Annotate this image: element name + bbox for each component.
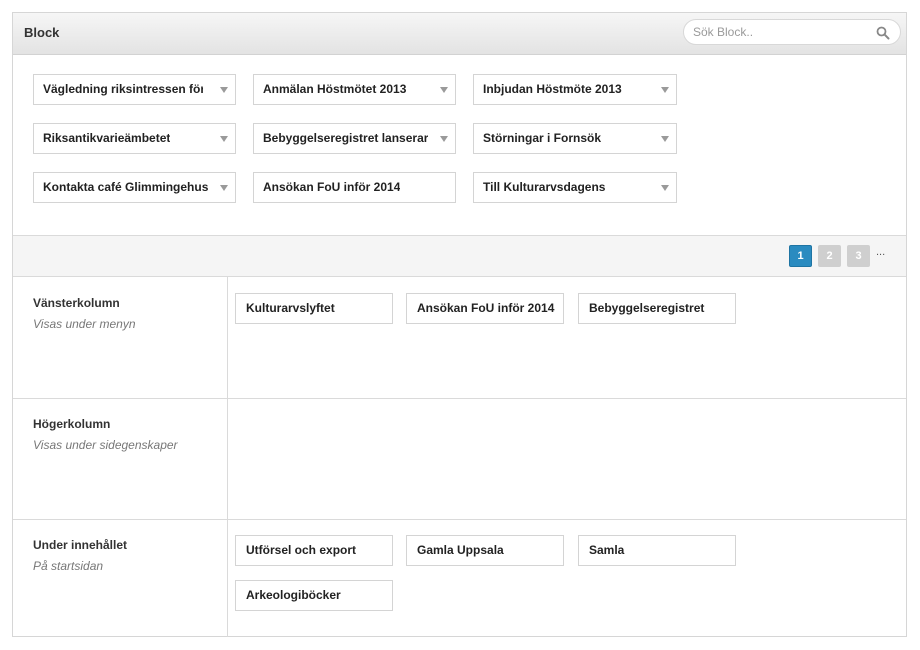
region-below-content: Under innehållet På startsidan Utförsel …	[13, 519, 906, 637]
available-blocks: Vägledning riksintressen för Anmälan Hös…	[13, 55, 906, 236]
region-block-item[interactable]: Ansökan FoU inför 2014	[406, 293, 564, 324]
region-title: Vänsterkolumn	[33, 296, 120, 310]
pagination: 1 2 3 ...	[13, 236, 906, 277]
region-right-column: Högerkolumn Visas under sidegenskaper	[13, 398, 906, 520]
region-block-item[interactable]: Arkeologiböcker	[235, 580, 393, 611]
block-label: Bebyggelseregistret lanserar	[263, 131, 429, 145]
block-label: Kontakta café Glimmingehus	[43, 180, 209, 194]
search-input[interactable]	[693, 24, 863, 40]
region-block-item[interactable]: Utförsel och export	[235, 535, 393, 566]
dropdown-arrow-icon[interactable]	[661, 87, 669, 93]
block-item[interactable]: Kontakta café Glimmingehus	[33, 172, 236, 203]
region-left-column: Vänsterkolumn Visas under menyn Kulturar…	[13, 277, 906, 399]
block-label: Till Kulturarvsdagens	[483, 180, 606, 194]
search-icon[interactable]	[876, 26, 890, 40]
page-button-1[interactable]: 1	[789, 245, 812, 267]
block-item[interactable]: Vägledning riksintressen för	[33, 74, 236, 105]
region-block-item[interactable]: Gamla Uppsala	[406, 535, 564, 566]
block-item[interactable]: Bebyggelseregistret lanserar	[253, 123, 456, 154]
block-label: Inbjudan Höstmöte 2013	[483, 82, 622, 96]
region-title: Under innehållet	[33, 538, 128, 552]
block-item[interactable]: Ansökan FoU inför 2014	[253, 172, 456, 203]
region-info: Vänsterkolumn Visas under menyn	[13, 277, 228, 398]
dropdown-arrow-icon[interactable]	[661, 185, 669, 191]
panel-header: Block	[13, 13, 906, 55]
block-label: Riksantikvarieämbetet	[43, 131, 171, 145]
region-block-item[interactable]: Samla	[578, 535, 736, 566]
dropdown-arrow-icon[interactable]	[220, 185, 228, 191]
block-item[interactable]: Inbjudan Höstmöte 2013	[473, 74, 677, 105]
region-description: På startsidan	[33, 559, 104, 573]
block-item[interactable]: Riksantikvarieämbetet	[33, 123, 236, 154]
block-label: Anmälan Höstmötet 2013	[263, 82, 407, 96]
block-item[interactable]: Störningar i Fornsök	[473, 123, 677, 154]
dropdown-arrow-icon[interactable]	[661, 136, 669, 142]
dropdown-arrow-icon[interactable]	[220, 136, 228, 142]
block-label: Vägledning riksintressen för	[43, 82, 203, 96]
region-info: Högerkolumn Visas under sidegenskaper	[13, 398, 228, 519]
page-button-2[interactable]: 2	[818, 245, 841, 267]
block-label: Störningar i Fornsök	[483, 131, 602, 145]
region-description: Visas under menyn	[33, 317, 136, 331]
panel-title: Block	[24, 25, 60, 40]
region-block-item[interactable]: Bebyggelseregistret	[578, 293, 736, 324]
dropdown-arrow-icon[interactable]	[440, 87, 448, 93]
page-button-3[interactable]: 3	[847, 245, 870, 267]
block-manager-panel: Block Vägledning riksintressen för Anmäl…	[12, 12, 907, 637]
region-block-item[interactable]: Kulturarvslyftet	[235, 293, 393, 324]
dropdown-arrow-icon[interactable]	[220, 87, 228, 93]
region-description: Visas under sidegenskaper	[33, 438, 178, 452]
pagination-more[interactable]: ...	[876, 246, 885, 258]
region-info: Under innehållet På startsidan	[13, 519, 228, 637]
search-box[interactable]	[683, 19, 901, 45]
block-item[interactable]: Anmälan Höstmötet 2013	[253, 74, 456, 105]
block-label: Ansökan FoU inför 2014	[263, 180, 401, 194]
block-item[interactable]: Till Kulturarvsdagens	[473, 172, 677, 203]
dropdown-arrow-icon[interactable]	[440, 136, 448, 142]
region-title: Högerkolumn	[33, 417, 111, 431]
